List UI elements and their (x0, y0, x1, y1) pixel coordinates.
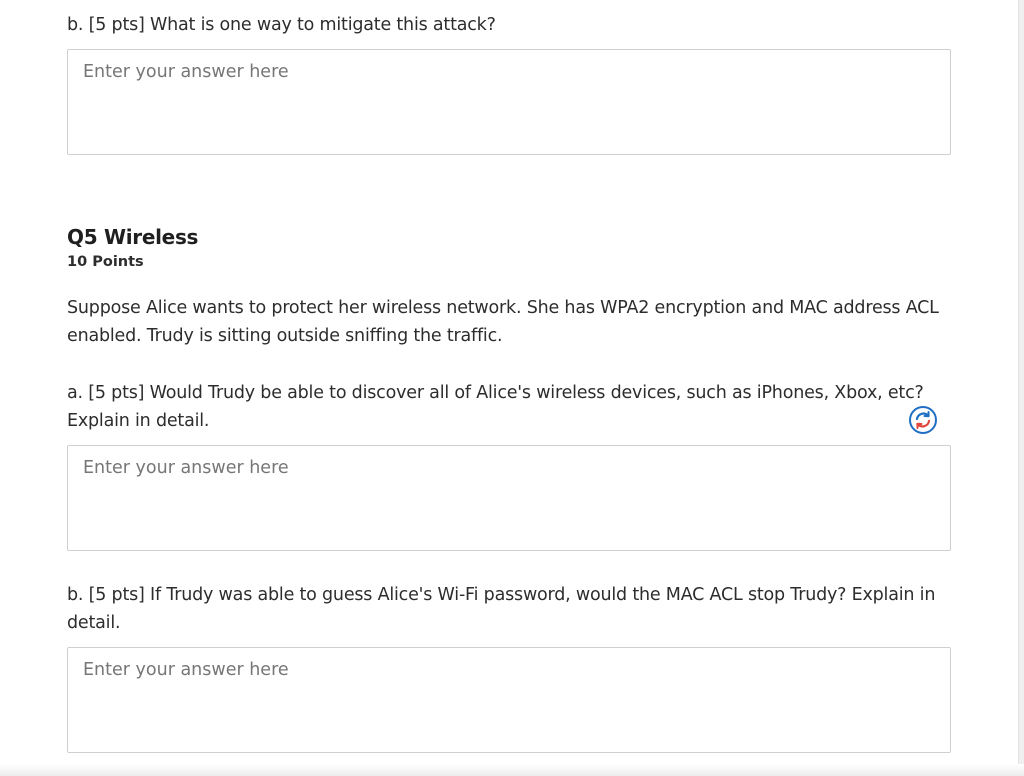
prev-question-part-b-answer-field[interactable] (67, 49, 951, 155)
part-a-prompt: a. [5 pts] Would Trudy be able to discov… (67, 383, 924, 431)
part-b-prompt: b. [5 pts] If Trudy was able to guess Al… (67, 585, 936, 633)
part-b-answer-field[interactable] (67, 647, 951, 753)
part-a-answer-field[interactable] (67, 445, 951, 551)
page-right-edge (1018, 0, 1024, 776)
prev-question-part-b-prompt: b. [5 pts] What is one way to mitigate t… (67, 15, 496, 35)
question-description: Suppose Alice wants to protect her wirel… (67, 298, 939, 346)
sync-icon[interactable] (908, 405, 938, 435)
assignment-page: b. [5 pts] What is one way to mitigate t… (0, 0, 1018, 776)
page-bottom-edge (0, 764, 1024, 776)
question-title: Q5 Wireless (67, 225, 199, 249)
question-points: 10 Points (67, 254, 144, 270)
